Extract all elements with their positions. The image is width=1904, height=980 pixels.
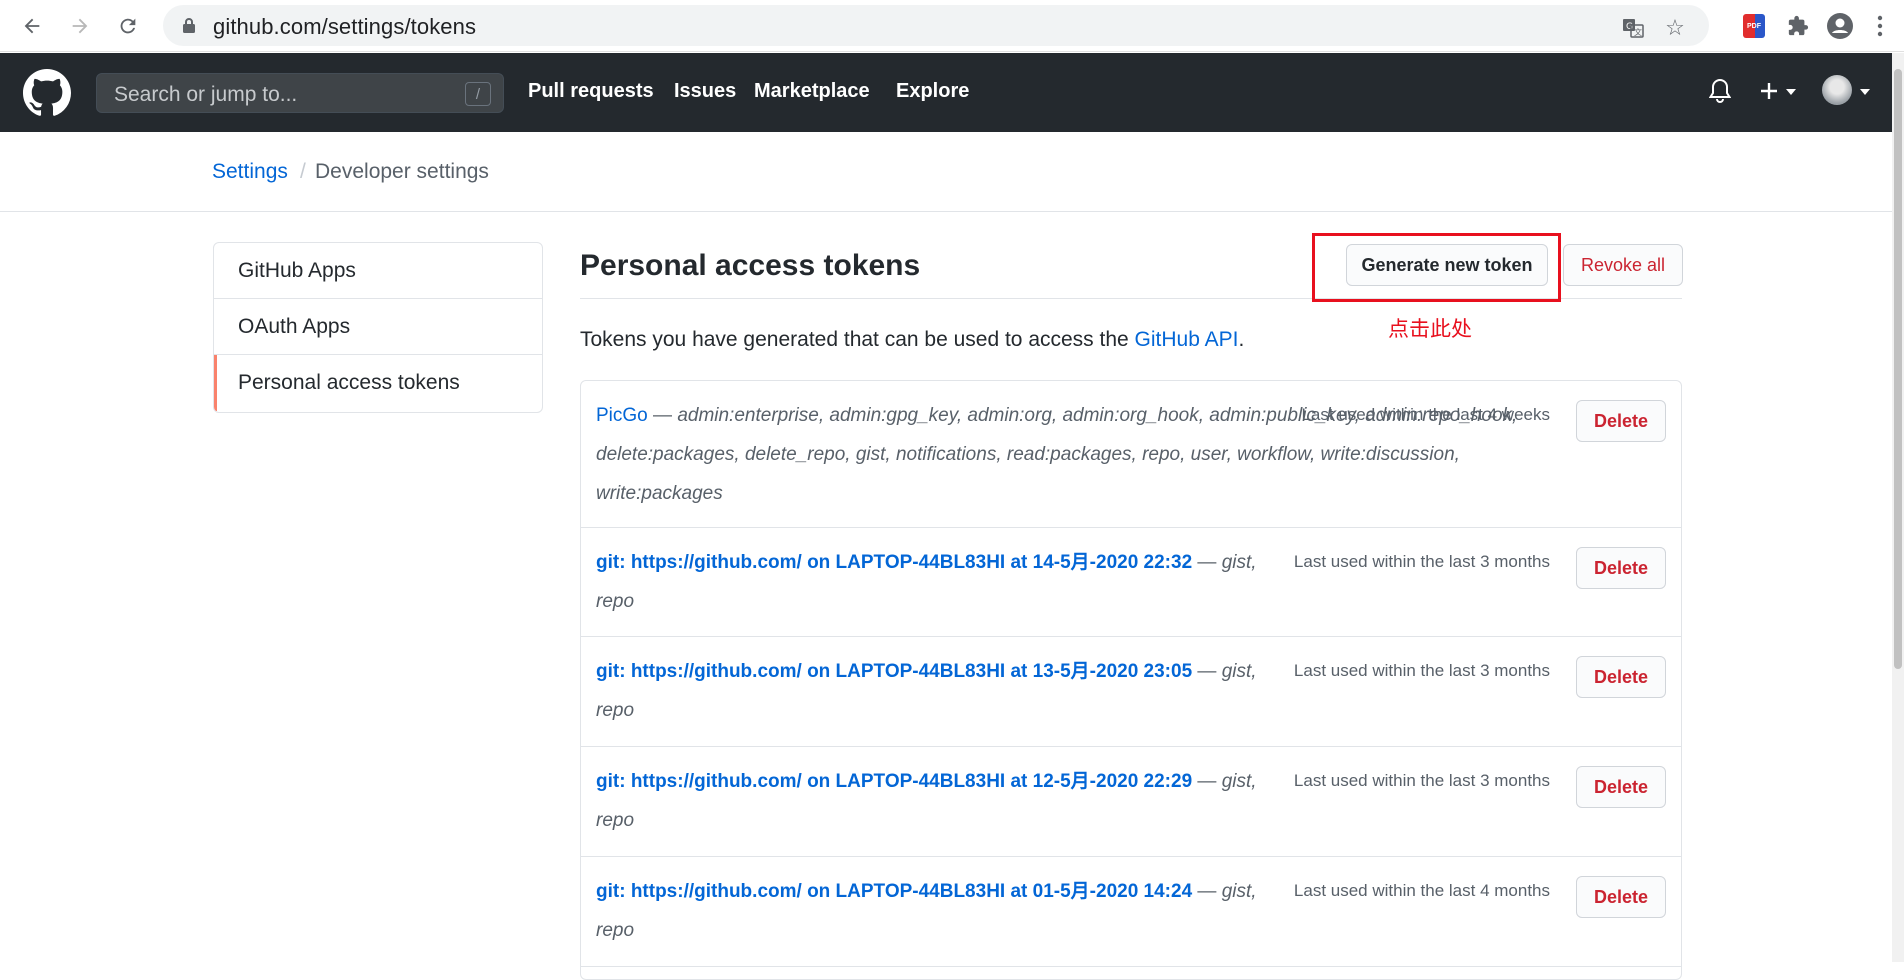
menu-icon[interactable] [1866, 12, 1894, 40]
create-caret-icon[interactable] [1786, 89, 1796, 95]
delete-token-button[interactable]: Delete [1576, 876, 1666, 918]
annotation-highlight-box [1312, 233, 1561, 302]
pdf-extension-icon[interactable]: PDF [1740, 12, 1768, 40]
annotation-text: 点击此处 [1388, 317, 1472, 341]
scrollbar-thumb[interactable] [1894, 69, 1902, 669]
token-description: git: https://github.com/ on LAPTOP-44BL8… [596, 762, 1286, 840]
page-scrollbar[interactable] [1892, 53, 1904, 962]
description-suffix: . [1238, 328, 1245, 351]
token-row: git: https://github.com/ on LAPTOP-44BL8… [581, 857, 1681, 967]
token-name-link[interactable]: git: https://github.com/ on LAPTOP-44BL8… [596, 552, 1192, 573]
revoke-all-button[interactable]: Revoke all [1563, 244, 1683, 286]
svg-text:G: G [1626, 22, 1633, 32]
extensions-icon[interactable] [1784, 12, 1812, 40]
token-name-link[interactable]: git: https://github.com/ on LAPTOP-44BL8… [596, 771, 1192, 792]
search-input[interactable]: Search or jump to... / [96, 73, 504, 113]
breadcrumb-settings-link[interactable]: Settings [212, 160, 288, 184]
lock-icon [183, 18, 195, 33]
address-bar[interactable]: github.com/settings/tokens G文 ☆ [163, 5, 1709, 46]
token-dash: — [647, 405, 678, 426]
nav-marketplace[interactable]: Marketplace [754, 80, 870, 103]
settings-sidebar: GitHub Apps OAuth Apps Personal access t… [213, 242, 543, 413]
plus-icon[interactable] [1759, 81, 1779, 101]
forward-icon[interactable] [64, 10, 96, 42]
svg-text:文: 文 [1634, 27, 1642, 37]
delete-token-button[interactable]: Delete [1576, 766, 1666, 808]
token-row: PicGo — admin:enterprise, admin:gpg_key,… [581, 381, 1681, 528]
search-shortcut-hint: / [465, 82, 491, 106]
token-description: git: https://github.com/ on LAPTOP-44BL8… [596, 872, 1286, 950]
reload-icon[interactable] [112, 10, 144, 42]
token-name-link[interactable]: git: https://github.com/ on LAPTOP-44BL8… [596, 661, 1192, 682]
sidebar-item-oauth-apps[interactable]: OAuth Apps [214, 299, 542, 355]
sidebar-item-label: Personal access tokens [238, 371, 460, 394]
description-text: Tokens you have generated that can be us… [580, 328, 1135, 351]
delete-token-button[interactable]: Delete [1576, 400, 1666, 442]
url-text[interactable]: github.com/settings/tokens [213, 14, 476, 40]
delete-token-button[interactable]: Delete [1576, 547, 1666, 589]
token-last-used: Last used within the last 3 months [1293, 771, 1550, 790]
github-header: Search or jump to... / Pull requests Iss… [0, 53, 1892, 132]
sidebar-item-personal-access-tokens[interactable]: Personal access tokens [214, 355, 542, 411]
avatar-caret-icon[interactable] [1860, 89, 1870, 95]
sidebar-item-github-apps[interactable]: GitHub Apps [214, 243, 542, 299]
search-placeholder: Search or jump to... [114, 83, 298, 106]
token-row: git: https://github.com/ on LAPTOP-44BL8… [581, 637, 1681, 747]
avatar[interactable] [1822, 75, 1852, 105]
page-title: Personal access tokens [580, 249, 921, 282]
sidebar-item-label: GitHub Apps [238, 259, 356, 282]
github-logo-icon[interactable] [23, 69, 71, 117]
token-dash: — [1192, 552, 1222, 573]
token-dash: — [1192, 881, 1222, 902]
token-last-used: Last used within the last 3 months [1293, 661, 1550, 680]
github-api-link[interactable]: GitHub API [1135, 328, 1239, 351]
nav-issues[interactable]: Issues [674, 80, 736, 103]
token-dash: — [1192, 771, 1222, 792]
browser-toolbar: github.com/settings/tokens G文 ☆ PDF [0, 0, 1904, 52]
translate-icon[interactable]: G文 [1621, 16, 1645, 40]
nav-explore[interactable]: Explore [896, 80, 969, 103]
token-row: git: https://github.com/ on LAPTOP-44BL8… [581, 528, 1681, 637]
breadcrumb-separator: / [300, 160, 306, 183]
token-last-used: Last used within the last 3 months [1293, 552, 1550, 571]
nav-pull-requests[interactable]: Pull requests [528, 80, 654, 103]
token-row: git: https://github.com/ on LAPTOP-44BL8… [581, 747, 1681, 857]
token-name-link[interactable]: PicGo [596, 405, 648, 426]
breadcrumb: Settings / Developer settings [0, 132, 1892, 212]
star-icon[interactable]: ☆ [1663, 15, 1687, 40]
tokens-description: Tokens you have generated that can be us… [580, 328, 1244, 352]
token-list: PicGo — admin:enterprise, admin:gpg_key,… [580, 380, 1682, 980]
breadcrumb-current: Developer settings [315, 160, 489, 183]
token-description: git: https://github.com/ on LAPTOP-44BL8… [596, 543, 1286, 621]
token-last-used: Last used within the last 4 months [1293, 881, 1550, 900]
profile-icon[interactable] [1826, 12, 1854, 40]
sidebar-item-label: OAuth Apps [238, 315, 351, 338]
token-dash: — [1192, 661, 1222, 682]
delete-token-button[interactable]: Delete [1576, 656, 1666, 698]
notifications-bell-icon[interactable] [1709, 78, 1731, 104]
token-last-used: Last used within the last 4 weeks [1301, 405, 1550, 424]
token-description: git: https://github.com/ on LAPTOP-44BL8… [596, 652, 1286, 730]
back-icon[interactable] [16, 10, 48, 42]
token-name-link[interactable]: git: https://github.com/ on LAPTOP-44BL8… [596, 881, 1192, 902]
